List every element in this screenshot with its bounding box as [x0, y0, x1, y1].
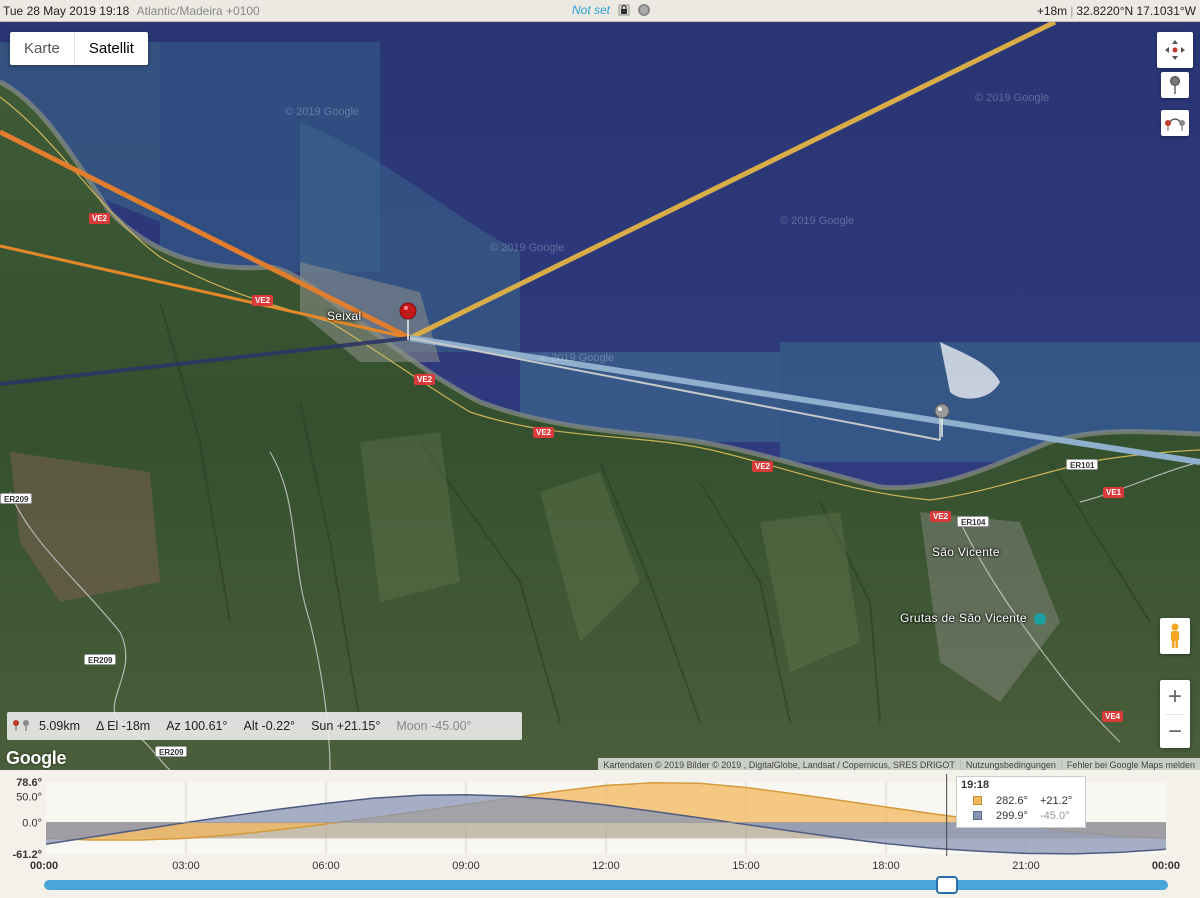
timezone: Atlantic/Madeira +0100 [136, 4, 260, 18]
time-slider-track[interactable] [44, 880, 1168, 890]
terms-link[interactable]: Nutzungsbedingungen [961, 759, 1062, 770]
y-tick-label: 78.6° [16, 777, 42, 789]
pin-icon [1170, 76, 1180, 94]
road-sign: ER209 [155, 746, 188, 757]
two-pins-icon [1165, 118, 1185, 131]
road-sign: VE2 [414, 374, 436, 385]
street-view-button[interactable] [1160, 618, 1190, 654]
x-tick-label: 06:00 [312, 860, 340, 872]
road-sign: VE4 [1102, 711, 1124, 722]
road-sign: ER101 [1066, 459, 1099, 470]
zoom-control: + − [1160, 680, 1190, 748]
place-label-sao-vicente[interactable]: São Vicente [932, 545, 1000, 559]
tooltip-time: 19:18 [961, 779, 990, 791]
road-sign: VE2 [752, 461, 774, 472]
time-slider-thumb[interactable] [936, 876, 958, 894]
road-sign: VE2 [533, 427, 555, 438]
pegman-icon [1171, 623, 1179, 648]
watermark: © 2019 Google [540, 352, 615, 364]
x-tick-label: 18:00 [872, 860, 900, 872]
toggle-circle-icon[interactable] [638, 4, 651, 16]
x-tick-label: 12:00 [592, 860, 620, 872]
coordinates: 32.8220°N 17.1031°W [1076, 4, 1196, 18]
fullscreen-button[interactable] [1157, 32, 1193, 68]
moon-value: Moon -45.00° [396, 719, 472, 733]
elevation: +18m [1036, 4, 1068, 18]
road-sign: ER209 [84, 654, 117, 665]
place-label-seixal[interactable]: Seixal [327, 309, 361, 323]
zoom-in-button[interactable]: + [1160, 680, 1190, 714]
road-sign: ER104 [957, 516, 990, 527]
sun-moon-chart[interactable]: 78.6° 50.0° 0.0° -61.2° 00:00 03:00 06:00 09:00… [0, 770, 1200, 898]
datetime: Tue 28 May 2019 19:18 [3, 4, 130, 18]
zoom-out-button[interactable]: − [1160, 715, 1190, 749]
road-sign: VE2 [89, 213, 111, 224]
y-tick-label: 0.0° [22, 817, 42, 829]
map-type-control: Karte Satellit [10, 32, 148, 65]
datetime-display[interactable]: Tue 28 May 2019 19:18 Atlantic/Madeira +… [3, 4, 260, 18]
pin-button[interactable] [1161, 72, 1189, 98]
sun-swatch [973, 796, 982, 805]
map-data-attribution: Kartendaten © 2019 Bilder © 2019 , Digit… [598, 759, 961, 770]
map-type-map-button[interactable]: Karte [10, 32, 74, 65]
road-sign: VE2 [252, 295, 274, 306]
x-tick-label: 15:00 [732, 860, 760, 872]
poi-name: Grutas de São Vicente [900, 611, 1027, 625]
x-tick-label: 09:00 [452, 860, 480, 872]
poi-icon [1034, 612, 1047, 625]
report-error-link[interactable]: Fehler bei Google Maps melden [1062, 760, 1200, 770]
moon-swatch [973, 811, 982, 820]
position-readout: +18m | 32.8220°N 17.1031°W [1036, 4, 1196, 18]
status-bar: Tue 28 May 2019 19:18 Atlantic/Madeira +… [0, 0, 1200, 22]
tooltip-sun-row: 282.6° +21.2° [957, 793, 1085, 808]
x-tick-label: 00:00 [30, 860, 58, 872]
satellite-map[interactable]: © 2019 Google © 2019 Google © 2019 Googl… [0, 22, 1200, 770]
sun-value: Sun +21.15° [311, 719, 381, 733]
watermark: © 2019 Google [490, 242, 565, 254]
google-logo[interactable]: Google [6, 748, 67, 769]
two-pins-small-icon [11, 718, 31, 735]
x-tick-label: 03:00 [172, 860, 200, 872]
y-tick-label: 50.0° [16, 792, 42, 804]
crosshair-arrows-icon [1165, 40, 1185, 60]
watermark: © 2019 Google [975, 92, 1050, 104]
azimuth-value: Az 100.61° [166, 719, 228, 733]
x-tick-label: 21:00 [1012, 860, 1040, 872]
map-imagery [0, 22, 1200, 770]
place-label-grutas[interactable]: Grutas de São Vicente [900, 611, 1047, 625]
tooltip-moon-alt: -45.0° [1040, 809, 1070, 822]
tooltip-moon-az: 299.9° [996, 809, 1028, 822]
chart-tooltip: 19:18 282.6° +21.2° 299.9° -45.0° [956, 776, 1086, 828]
altitude-value: Alt -0.22° [243, 719, 296, 733]
map-type-satellite-button[interactable]: Satellit [73, 32, 148, 65]
lock-icon[interactable] [618, 4, 630, 16]
tooltip-moon-row: 299.9° -45.0° [957, 808, 1085, 823]
two-pins-button[interactable] [1161, 110, 1189, 136]
measurement-bar: 5.09km Δ El -18m Az 100.61° Alt -0.22° S… [7, 712, 522, 740]
distance-value: 5.09km [39, 719, 80, 733]
road-sign: VE2 [930, 511, 952, 522]
attribution-bar: Kartendaten © 2019 Bilder © 2019 , Digit… [598, 758, 1200, 770]
tooltip-sun-alt: +21.2° [1040, 794, 1073, 807]
delta-elevation-value: Δ El -18m [96, 719, 151, 733]
tooltip-sun-az: 282.6° [996, 794, 1028, 807]
watermark: © 2019 Google [780, 215, 855, 227]
watermark: © 2019 Google [285, 106, 360, 118]
location-status[interactable]: Not set [572, 3, 610, 17]
road-sign: ER209 [0, 493, 33, 504]
road-sign: VE1 [1103, 487, 1125, 498]
x-tick-label: 00:00 [1152, 860, 1180, 872]
